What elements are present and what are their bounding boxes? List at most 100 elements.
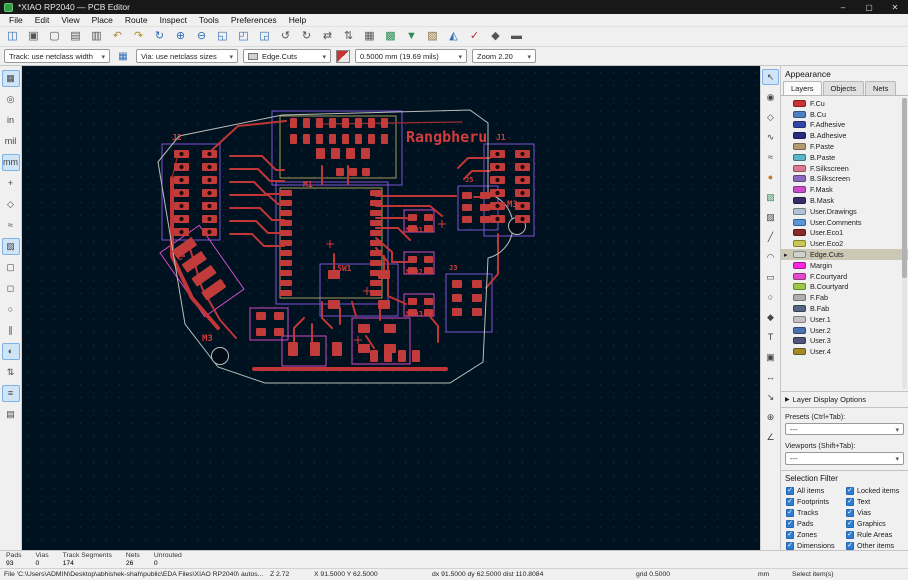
layer-color-swatch[interactable]	[793, 153, 806, 161]
filter-zones[interactable]: Zones	[786, 530, 846, 539]
layer-color-swatch[interactable]	[793, 207, 806, 215]
layer-color-swatch[interactable]	[793, 348, 806, 356]
high-contrast-icon[interactable]: ◐	[1, 343, 20, 360]
layer-color-swatch[interactable]	[793, 251, 806, 259]
flip-board-icon[interactable]: ⇅	[2, 364, 20, 381]
menu-place[interactable]: Place	[86, 15, 119, 25]
User.Drawings[interactable]: User.Drawings	[781, 206, 908, 217]
layer-color-swatch[interactable]	[793, 272, 806, 280]
scrollbar-thumb[interactable]	[902, 98, 907, 279]
menu-help[interactable]: Help	[283, 15, 312, 25]
User.Eco1[interactable]: User.Eco1	[781, 228, 908, 239]
redo-icon[interactable]: ↷	[129, 28, 148, 45]
F.Cu[interactable]: F.Cu	[781, 98, 908, 109]
zoom-objects-icon[interactable]: ◰	[234, 28, 253, 45]
User.1[interactable]: User.1	[781, 314, 908, 325]
polar-grid-icon[interactable]: ◎	[2, 91, 20, 108]
menu-tools[interactable]: Tools	[193, 15, 225, 25]
cursor-shape-icon[interactable]: +	[2, 175, 20, 192]
plot-icon[interactable]: ▥	[87, 28, 106, 45]
filter-other-items[interactable]: Other items	[846, 541, 906, 550]
rect-icon[interactable]: ▭	[762, 269, 779, 285]
tab-objects[interactable]: Objects	[822, 81, 864, 95]
B.Paste[interactable]: B.Paste	[781, 152, 908, 163]
checkbox-checked-icon[interactable]	[786, 497, 794, 506]
layer-color-swatch[interactable]	[793, 326, 806, 334]
layer-color-swatch[interactable]	[793, 164, 806, 172]
print-icon[interactable]: ▤	[66, 28, 85, 45]
checkbox-checked-icon[interactable]	[786, 519, 794, 528]
scripting-console-icon[interactable]: ▬	[507, 28, 526, 45]
checkbox-checked-icon[interactable]	[786, 530, 794, 539]
units-inch-icon[interactable]: in	[2, 112, 20, 129]
checkbox-checked-icon[interactable]	[846, 530, 854, 539]
layer-pair-indicator-icon[interactable]	[336, 49, 350, 63]
layer-color-swatch[interactable]	[793, 294, 806, 302]
Edge.Cuts[interactable]: Edge.Cuts	[781, 249, 908, 260]
text-icon[interactable]: T	[762, 329, 779, 345]
layer-color-swatch[interactable]	[793, 261, 806, 269]
layer-color-swatch[interactable]	[793, 283, 806, 291]
F.Mask[interactable]: F.Mask	[781, 184, 908, 195]
highlight-net-icon[interactable]: ◉	[762, 89, 779, 105]
menu-route[interactable]: Route	[119, 15, 154, 25]
maximize-button[interactable]: ▢	[856, 0, 882, 14]
menu-inspect[interactable]: Inspect	[154, 15, 193, 25]
via-icon[interactable]: ●	[762, 169, 779, 185]
route-diff-pair-icon[interactable]: ≈	[762, 149, 779, 165]
origin-icon[interactable]: ⊕	[762, 409, 779, 425]
undo-icon[interactable]: ↶	[108, 28, 127, 45]
menu-edit[interactable]: Edit	[29, 15, 56, 25]
layer-color-swatch[interactable]	[793, 186, 806, 194]
select-icon[interactable]: ↖	[762, 69, 779, 85]
filter-footprints[interactable]: Footprints	[786, 497, 846, 506]
layer-color-swatch[interactable]	[793, 315, 806, 323]
board-setup-icon[interactable]: ▣	[24, 28, 43, 45]
layer-color-swatch[interactable]	[793, 143, 806, 151]
footprint-editor-icon[interactable]: ▩	[381, 28, 400, 45]
checkbox-checked-icon[interactable]	[846, 519, 854, 528]
layer-color-swatch[interactable]	[793, 337, 806, 345]
zone-icon[interactable]: ▧	[762, 189, 779, 205]
leader-icon[interactable]: ↘	[762, 389, 779, 405]
F.Courtyard[interactable]: F.Courtyard	[781, 271, 908, 282]
drc-icon[interactable]: ✓	[465, 28, 484, 45]
page-settings-icon[interactable]: ▢	[45, 28, 64, 45]
zoom-combo[interactable]: Zoom 2.20	[472, 49, 536, 63]
rotate-cw-icon[interactable]: ↻	[297, 28, 316, 45]
layers-scrollbar[interactable]	[902, 98, 907, 389]
close-button[interactable]: ✕	[882, 0, 908, 14]
User.4[interactable]: User.4	[781, 346, 908, 357]
dimension-icon[interactable]: ↔	[762, 369, 779, 385]
B.Fab[interactable]: B.Fab	[781, 303, 908, 314]
B.Courtyard[interactable]: B.Courtyard	[781, 282, 908, 293]
mirror-v-icon[interactable]: ⇅	[339, 28, 358, 45]
layer-color-swatch[interactable]	[793, 218, 806, 226]
layer-color-swatch[interactable]	[793, 99, 806, 107]
checkbox-checked-icon[interactable]	[846, 486, 854, 495]
F.Adhesive[interactable]: F.Adhesive	[781, 120, 908, 131]
update-pcb-icon[interactable]: ▼	[402, 28, 421, 45]
track-outline-icon[interactable]: ∥	[2, 322, 20, 339]
circle-icon[interactable]: ○	[762, 289, 779, 305]
local-ratsnest-icon[interactable]: ◇	[762, 109, 779, 125]
Margin[interactable]: Margin	[781, 260, 908, 271]
properties-icon[interactable]: ▤	[2, 406, 20, 423]
filter-all-items[interactable]: All items	[786, 486, 846, 495]
track-width-combo[interactable]: Track: use netclass width	[4, 49, 110, 63]
checkbox-checked-icon[interactable]	[846, 541, 854, 550]
pcb-canvas[interactable]: Rangbheru J2 J1 J5 M1 M3 NEO1 NEO2 NEO3 J3 SW1 M3 C4	[22, 66, 760, 550]
viewports-combo[interactable]: ---	[785, 452, 904, 465]
rotate-ccw-icon[interactable]: ↺	[276, 28, 295, 45]
polygon-icon[interactable]: ◆	[762, 309, 779, 325]
User.Comments[interactable]: User.Comments	[781, 217, 908, 228]
layer-color-swatch[interactable]	[793, 197, 806, 205]
pad-outline-icon[interactable]: ◻	[2, 280, 20, 297]
plugins-icon[interactable]: ◆	[486, 28, 505, 45]
layers-manager-icon[interactable]: ≡	[1, 385, 20, 402]
filter-dimensions[interactable]: Dimensions	[786, 541, 846, 550]
filter-text[interactable]: Text	[846, 497, 906, 506]
via-size-combo[interactable]: Via: use netclass sizes	[136, 49, 238, 63]
save-icon[interactable]: ◫	[3, 28, 22, 45]
3d-viewer-icon[interactable]: ◭	[444, 28, 463, 45]
